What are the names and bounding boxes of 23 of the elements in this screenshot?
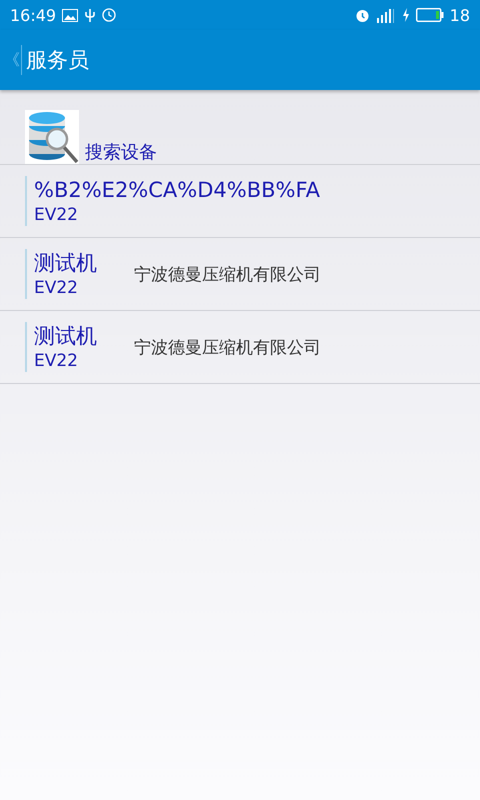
- signal-icon: [376, 8, 396, 22]
- device-model: EV22: [34, 204, 80, 226]
- image-icon: [62, 8, 78, 22]
- clock-icon: [102, 8, 116, 22]
- device-item[interactable]: %B2%E2%CA%D4%BB%FA EV22: [0, 165, 480, 238]
- device-name: 测试机: [34, 250, 98, 277]
- alarm-icon: [354, 8, 370, 22]
- device-model: EV22: [34, 350, 80, 372]
- company-name: 宁波德曼压缩机有限公司: [134, 336, 321, 358]
- device-name: %B2%E2%CA%D4%BB%FA: [34, 177, 320, 204]
- search-device-label[interactable]: 搜索设备: [85, 140, 157, 164]
- company-name: 宁波德曼压缩机有限公司: [134, 264, 321, 286]
- device-item[interactable]: 测试机 EV22 宁波德曼压缩机有限公司: [0, 311, 480, 384]
- status-time: 16:49: [10, 6, 56, 24]
- usb-icon: [84, 8, 96, 22]
- device-name: 测试机: [34, 323, 98, 350]
- battery-icon: [416, 8, 444, 22]
- charging-icon: [402, 8, 410, 22]
- device-model: EV22: [34, 277, 80, 299]
- database-search-icon[interactable]: [25, 110, 79, 164]
- page-title: 服务员: [26, 47, 89, 74]
- device-item[interactable]: 测试机 EV22 宁波德曼压缩机有限公司: [0, 238, 480, 311]
- battery-percent: 18: [450, 6, 470, 24]
